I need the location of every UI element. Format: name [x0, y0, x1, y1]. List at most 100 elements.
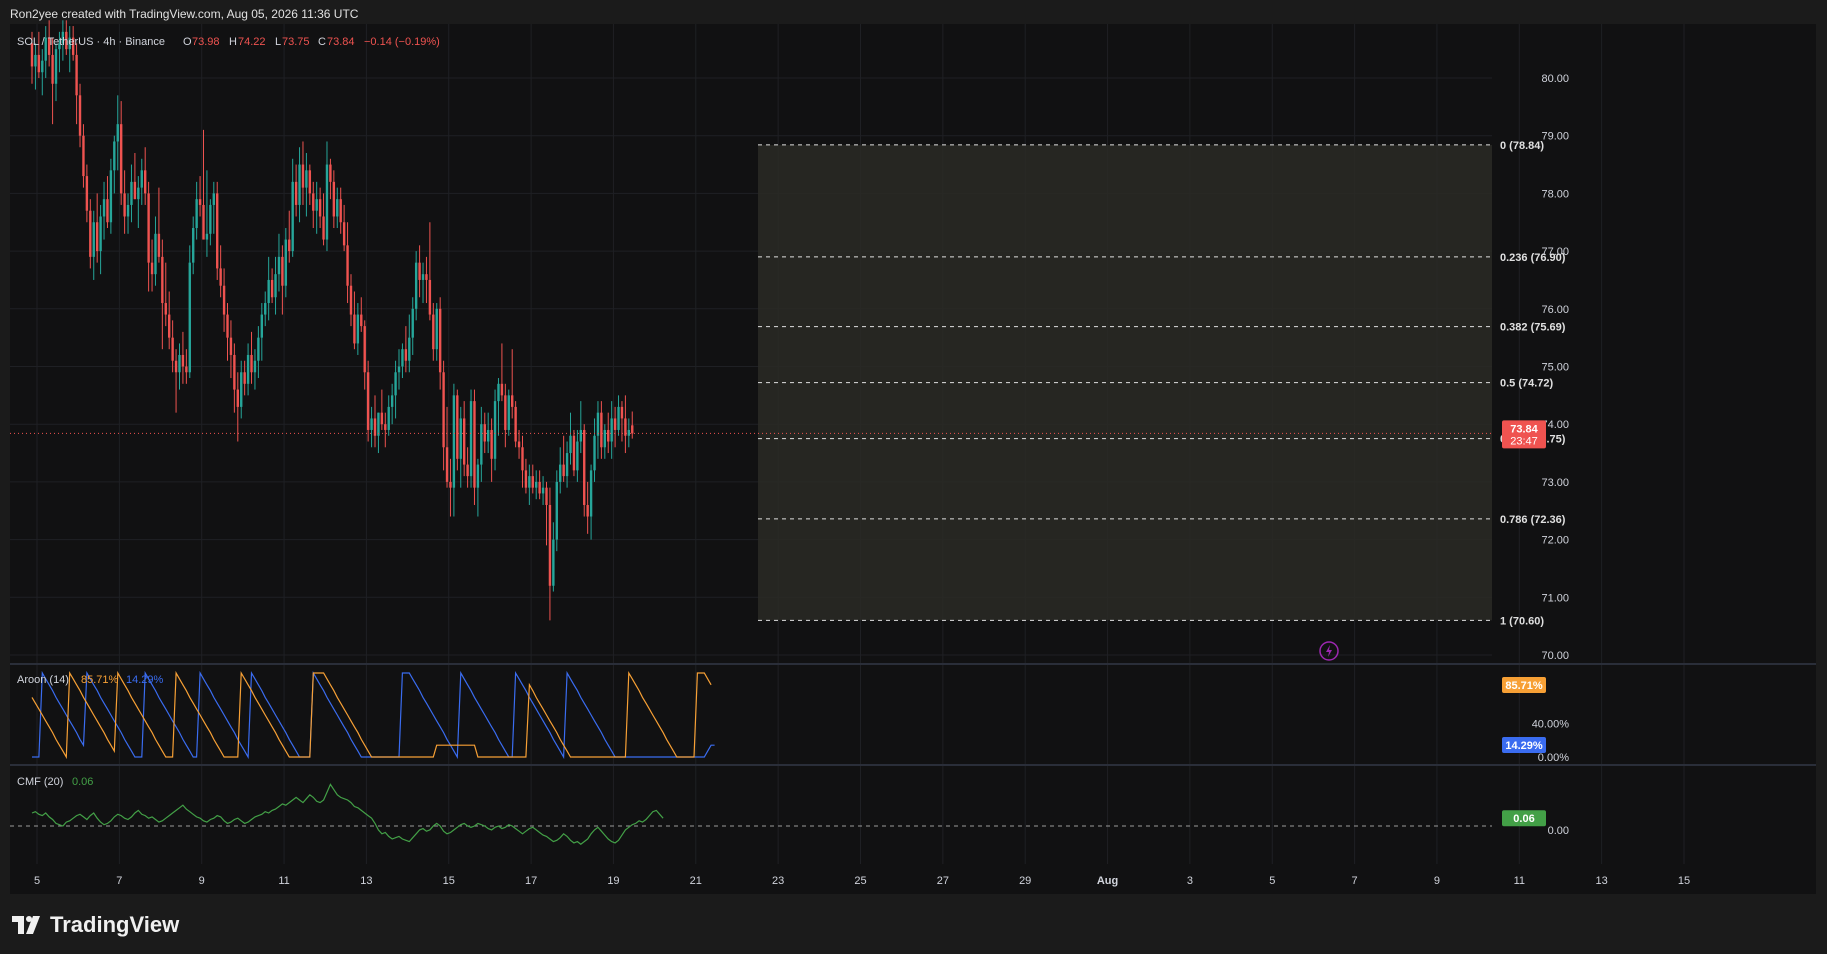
candle-body — [521, 447, 524, 471]
fibonacci-retracement[interactable]: 0 (78.84)0.236 (76.90)0.382 (75.69)0.5 (… — [758, 140, 1566, 627]
candle-body — [267, 279, 270, 304]
candle-body — [270, 279, 274, 298]
candle-body — [312, 193, 315, 211]
candle-body — [469, 401, 473, 477]
candle-body — [157, 233, 161, 257]
candle-body — [178, 354, 181, 373]
candle-body — [315, 199, 318, 211]
price-tick-label: 80.00 — [1541, 73, 1569, 85]
price-tick-label: 72.00 — [1541, 535, 1569, 547]
aroon-down-badge-label: 14.29% — [1505, 740, 1543, 752]
candle-body — [576, 441, 579, 471]
candle-body — [548, 504, 552, 586]
candle-body — [414, 262, 418, 309]
open-value: 73.98 — [192, 36, 220, 48]
candle-body — [380, 412, 384, 425]
candle-body — [92, 222, 95, 257]
candle-body — [353, 314, 356, 344]
high-label: H — [229, 36, 237, 48]
candle-body — [253, 360, 257, 373]
close-label: C — [318, 36, 326, 48]
time-tick-label: 13 — [360, 875, 372, 887]
time-tick-label: 5 — [34, 875, 40, 887]
candle-body — [545, 487, 548, 505]
candle-body — [349, 285, 353, 315]
candle-body — [456, 395, 459, 459]
candle-body — [154, 233, 157, 275]
candle-body — [449, 481, 452, 488]
candle-body — [366, 372, 370, 430]
candle-body — [524, 470, 528, 488]
fib-zone-fill — [758, 144, 1492, 621]
candle-body — [226, 314, 229, 338]
candle-body — [95, 222, 99, 252]
candle-body — [490, 429, 493, 459]
candle-body — [483, 424, 486, 442]
candle-body — [438, 308, 442, 373]
time-tick-label: 9 — [199, 875, 205, 887]
candle-body — [408, 337, 411, 361]
candle-body — [161, 256, 164, 304]
time-tick-label: 15 — [443, 875, 455, 887]
candle-body — [301, 164, 305, 188]
candle-body — [559, 464, 562, 482]
candle-body — [260, 314, 264, 338]
price-tick-label: 73.00 — [1541, 477, 1569, 489]
symbol-label[interactable]: SOL / TetherUS · 4h · Binance — [17, 36, 165, 48]
candle-body — [538, 481, 541, 494]
candle-body — [435, 308, 438, 350]
candle-body — [113, 141, 116, 171]
candle-body — [583, 429, 586, 505]
fib-level-label: 0.382 (75.69) — [1500, 322, 1566, 334]
candle-body — [41, 60, 44, 73]
candle-body — [89, 210, 92, 257]
candle-body — [531, 476, 534, 488]
candle-body — [99, 216, 102, 252]
candle-body — [325, 164, 329, 240]
candle-body — [555, 481, 558, 540]
candle-body — [305, 170, 308, 188]
candle-body — [143, 170, 147, 194]
close-value: 73.84 — [327, 36, 355, 48]
fib-level-label: 0.5 (74.72) — [1500, 378, 1554, 390]
candle-body — [462, 418, 466, 465]
price-tick-label: 76.00 — [1541, 304, 1569, 316]
candle-body — [613, 418, 617, 430]
candle-body — [185, 366, 188, 373]
candle-body — [308, 170, 312, 194]
candle-body — [75, 54, 78, 96]
candle-body — [631, 425, 634, 434]
candle-body — [85, 176, 89, 211]
candle-body — [569, 435, 572, 454]
candle-body — [219, 268, 222, 286]
candle-body — [421, 274, 425, 280]
countdown-label: 23:47 — [1510, 435, 1538, 447]
candle-body — [600, 412, 603, 448]
tradingview-logo[interactable]: TradingView — [12, 912, 179, 938]
candle-body — [593, 435, 596, 471]
candle-body — [384, 424, 387, 430]
candle-body — [126, 204, 130, 217]
price-tick-label: 75.00 — [1541, 362, 1569, 374]
candle-body — [130, 181, 133, 205]
candle-body — [432, 314, 435, 350]
low-label: L — [275, 36, 281, 48]
time-tick-label: 27 — [937, 875, 949, 887]
candle-body — [137, 187, 140, 200]
candle-body — [552, 539, 555, 586]
candle-body — [500, 383, 504, 396]
candle-body — [404, 349, 408, 361]
chart-canvas[interactable]: 0 (78.84)0.236 (76.90)0.382 (75.69)0.5 (… — [0, 0, 1827, 954]
aroon-title: Aroon (14) — [17, 674, 69, 686]
candle-body — [627, 429, 631, 436]
candle-body — [497, 383, 500, 402]
candle-body — [222, 285, 226, 315]
candle-body — [240, 372, 243, 407]
candle-body — [102, 199, 106, 217]
candle-body — [511, 395, 514, 407]
time-tick-label: 13 — [1596, 875, 1608, 887]
candle-body — [236, 389, 239, 407]
candle-body — [528, 476, 531, 488]
candle-body — [257, 337, 260, 361]
candle-body — [541, 487, 545, 494]
